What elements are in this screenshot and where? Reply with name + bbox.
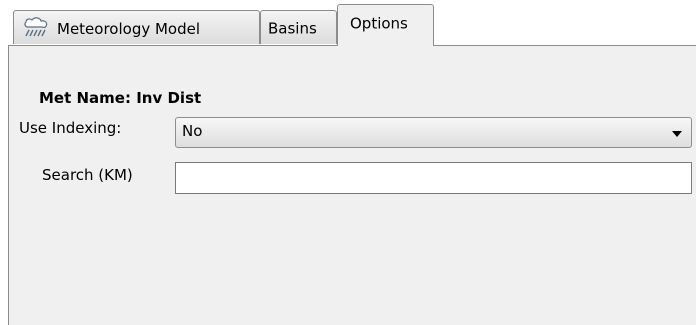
search-km-label: Search (KM) bbox=[42, 166, 133, 184]
tab-meteorology-model-label: Meteorology Model bbox=[57, 20, 201, 38]
met-name-value: Inv Dist bbox=[136, 89, 202, 107]
tab-meteorology-model[interactable]: Meteorology Model bbox=[13, 10, 260, 44]
chevron-down-icon[interactable] bbox=[672, 131, 682, 137]
tab-basins-label: Basins bbox=[268, 19, 317, 38]
tab-options-label: Options bbox=[350, 14, 408, 33]
tab-options[interactable]: Options bbox=[337, 4, 434, 46]
options-panel: Met Name: Inv Dist Use Indexing: No Sear… bbox=[8, 45, 696, 325]
met-name-label: Met Name: bbox=[39, 89, 131, 107]
meteorology-options-window: Meteorology Model Basins Options Met Nam… bbox=[0, 0, 696, 325]
met-name-heading: Met Name: Inv Dist bbox=[39, 89, 201, 107]
tab-strip: Meteorology Model Basins Options bbox=[0, 0, 696, 46]
use-indexing-dropdown[interactable]: No bbox=[175, 117, 692, 148]
use-indexing-label: Use Indexing: bbox=[19, 119, 122, 137]
use-indexing-selected-value: No bbox=[182, 122, 203, 140]
search-km-input[interactable] bbox=[175, 162, 692, 194]
meteorology-rain-icon bbox=[22, 16, 53, 38]
tab-basins[interactable]: Basins bbox=[260, 10, 337, 44]
